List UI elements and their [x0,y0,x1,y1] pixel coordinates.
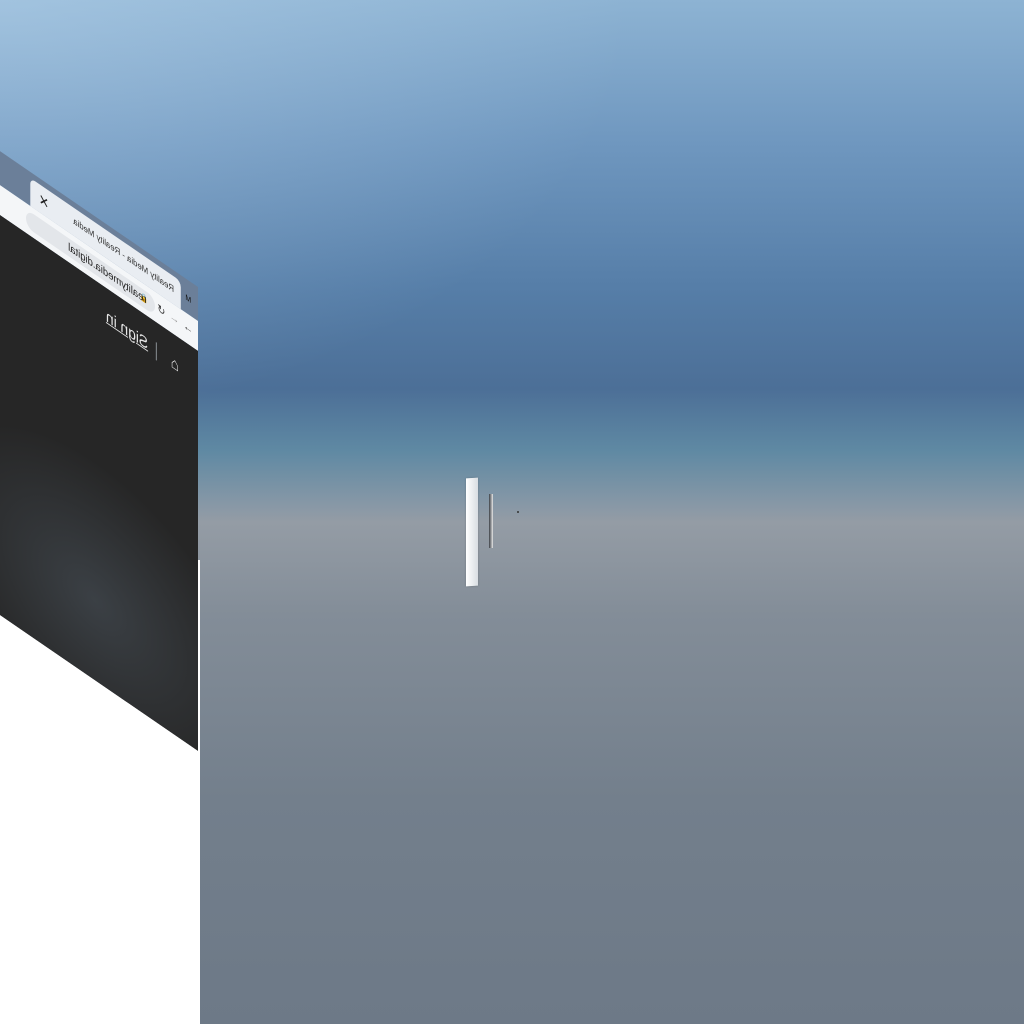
close-icon[interactable]: ✕ [39,190,49,214]
cursor-dot [517,511,519,513]
distant-panel[interactable] [466,477,478,587]
favicon-icon: M [185,292,192,306]
distant-panel-secondary[interactable] [489,494,493,548]
browser-window[interactable]: + ✕ Reality Media - Reality Media M ← → … [0,110,198,911]
header-divider [155,342,157,361]
browser-window-clip: + ✕ Reality Media - Reality Media M ← → … [0,0,200,1024]
